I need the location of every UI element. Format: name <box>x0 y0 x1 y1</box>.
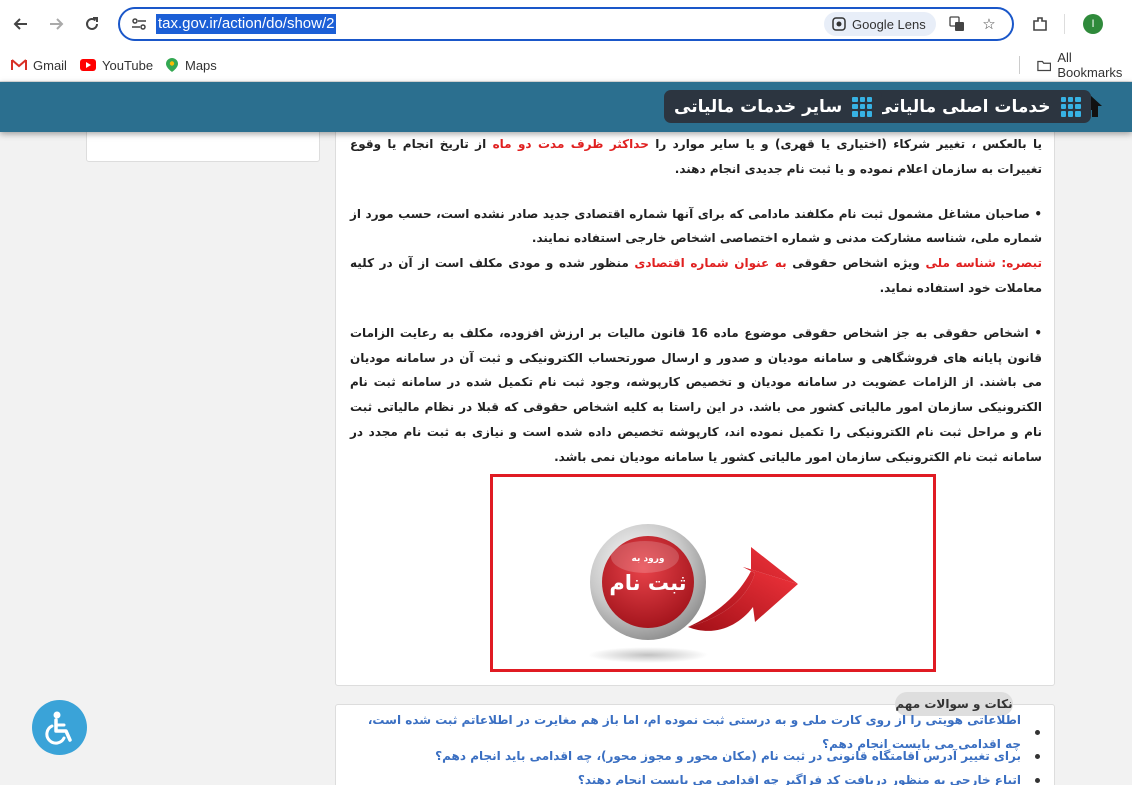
nav-main-label: خدمات اصلی مالیاتی <box>876 96 1051 117</box>
bookmark-gmail-label: Gmail <box>33 57 67 73</box>
folder-icon <box>1037 60 1052 71</box>
bookmarks-divider <box>1019 56 1020 74</box>
nav-other-tax-services[interactable]: سایر خدمات مالیاتی <box>664 90 883 123</box>
profile-avatar[interactable]: I <box>1083 14 1103 34</box>
deadline-highlight: حداکثر ظرف مدت دو ماه <box>492 137 649 151</box>
accessibility-button[interactable] <box>32 700 87 755</box>
lens-icon <box>832 17 846 31</box>
nav-other-label: سایر خدمات مالیاتی <box>674 96 843 117</box>
all-bookmarks-button[interactable]: All Bookmarks <box>1037 50 1132 80</box>
site-header: خدمات اصلی مالیاتی سایر خدمات مالیاتی <box>0 82 1132 132</box>
paragraph-legal-entities: • اشخاص حقوقی به جز اشخاص حقوقی موضوع ما… <box>350 325 1042 464</box>
back-icon[interactable] <box>7 10 35 38</box>
page-body: یا بالعکس ، تغییر شرکاء (اختیاری یا قهری… <box>0 132 1132 785</box>
economic-number-highlight: به عنوان شماره اقتصادی <box>634 256 787 271</box>
google-lens-button[interactable]: Google Lens <box>824 12 936 36</box>
google-lens-label: Google Lens <box>852 16 926 32</box>
bookmark-maps-label: Maps <box>185 57 217 73</box>
bookmark-youtube[interactable]: YouTube <box>80 54 153 76</box>
faq-item[interactable]: اتباع خارجی به منظور دریافت کد فراگیر چه… <box>352 768 1040 785</box>
paragraph-changes: یا بالعکس ، تغییر شرکاء (اختیاری یا قهری… <box>350 137 1042 176</box>
note-label: تبصره: <box>995 256 1042 271</box>
bookmark-youtube-label: YouTube <box>102 57 154 73</box>
youtube-icon <box>80 59 96 71</box>
bookmark-maps[interactable]: Maps <box>165 54 217 76</box>
register-main-text: ثبت نام <box>609 571 686 595</box>
paragraph-identifiers: • صاحبان مشاغل مشمول ثبت نام مکلفند مادا… <box>350 206 1042 295</box>
register-top-text: ورود به <box>632 554 665 564</box>
nav-main-tax-services[interactable]: خدمات اصلی مالیاتی <box>866 90 1091 123</box>
wheelchair-icon <box>44 711 72 745</box>
all-bookmarks-label: All Bookmarks <box>1057 50 1123 80</box>
maps-icon <box>166 58 178 72</box>
sidebar-panel <box>86 132 320 162</box>
grid-icon <box>1060 96 1081 117</box>
site-info-icon[interactable] <box>128 14 150 34</box>
toolbar-divider <box>1064 14 1065 34</box>
grid-icon <box>852 96 873 117</box>
national-id-highlight: شناسه ملی <box>925 256 996 271</box>
address-bar[interactable]: tax.gov.ir/action/do/show/2 Google Lens … <box>118 7 1014 41</box>
forward-icon[interactable] <box>42 10 70 38</box>
article-text: یا بالعکس ، تغییر شرکاء (اختیاری یا قهری… <box>350 132 1042 490</box>
translate-icon[interactable] <box>946 13 968 35</box>
faq-list: اطلاعاتی هویتی را از روی کارت ملی و به د… <box>352 713 1040 785</box>
bookmark-gmail[interactable]: Gmail <box>11 54 67 76</box>
bookmark-star-icon[interactable]: ☆ <box>978 13 1000 35</box>
extensions-icon[interactable] <box>1026 10 1054 38</box>
faq-item[interactable]: اطلاعاتی هویتی را از روی کارت ملی و به د… <box>352 713 1040 751</box>
url-text[interactable]: tax.gov.ir/action/do/show/2 <box>156 14 337 34</box>
bookmarks-bar: Gmail YouTube Maps All Bookmarks <box>0 48 1132 82</box>
reload-icon[interactable] <box>78 10 106 38</box>
faq-item[interactable]: برای تغییر آدرس اقامتگاه قانونی در ثبت ن… <box>352 744 1040 768</box>
gmail-icon <box>11 59 27 70</box>
browser-toolbar: tax.gov.ir/action/do/show/2 Google Lens … <box>0 0 1132 48</box>
register-button[interactable]: ورود به ثبت نام <box>493 477 933 669</box>
registration-highlight-frame: ورود به ثبت نام <box>490 474 936 672</box>
